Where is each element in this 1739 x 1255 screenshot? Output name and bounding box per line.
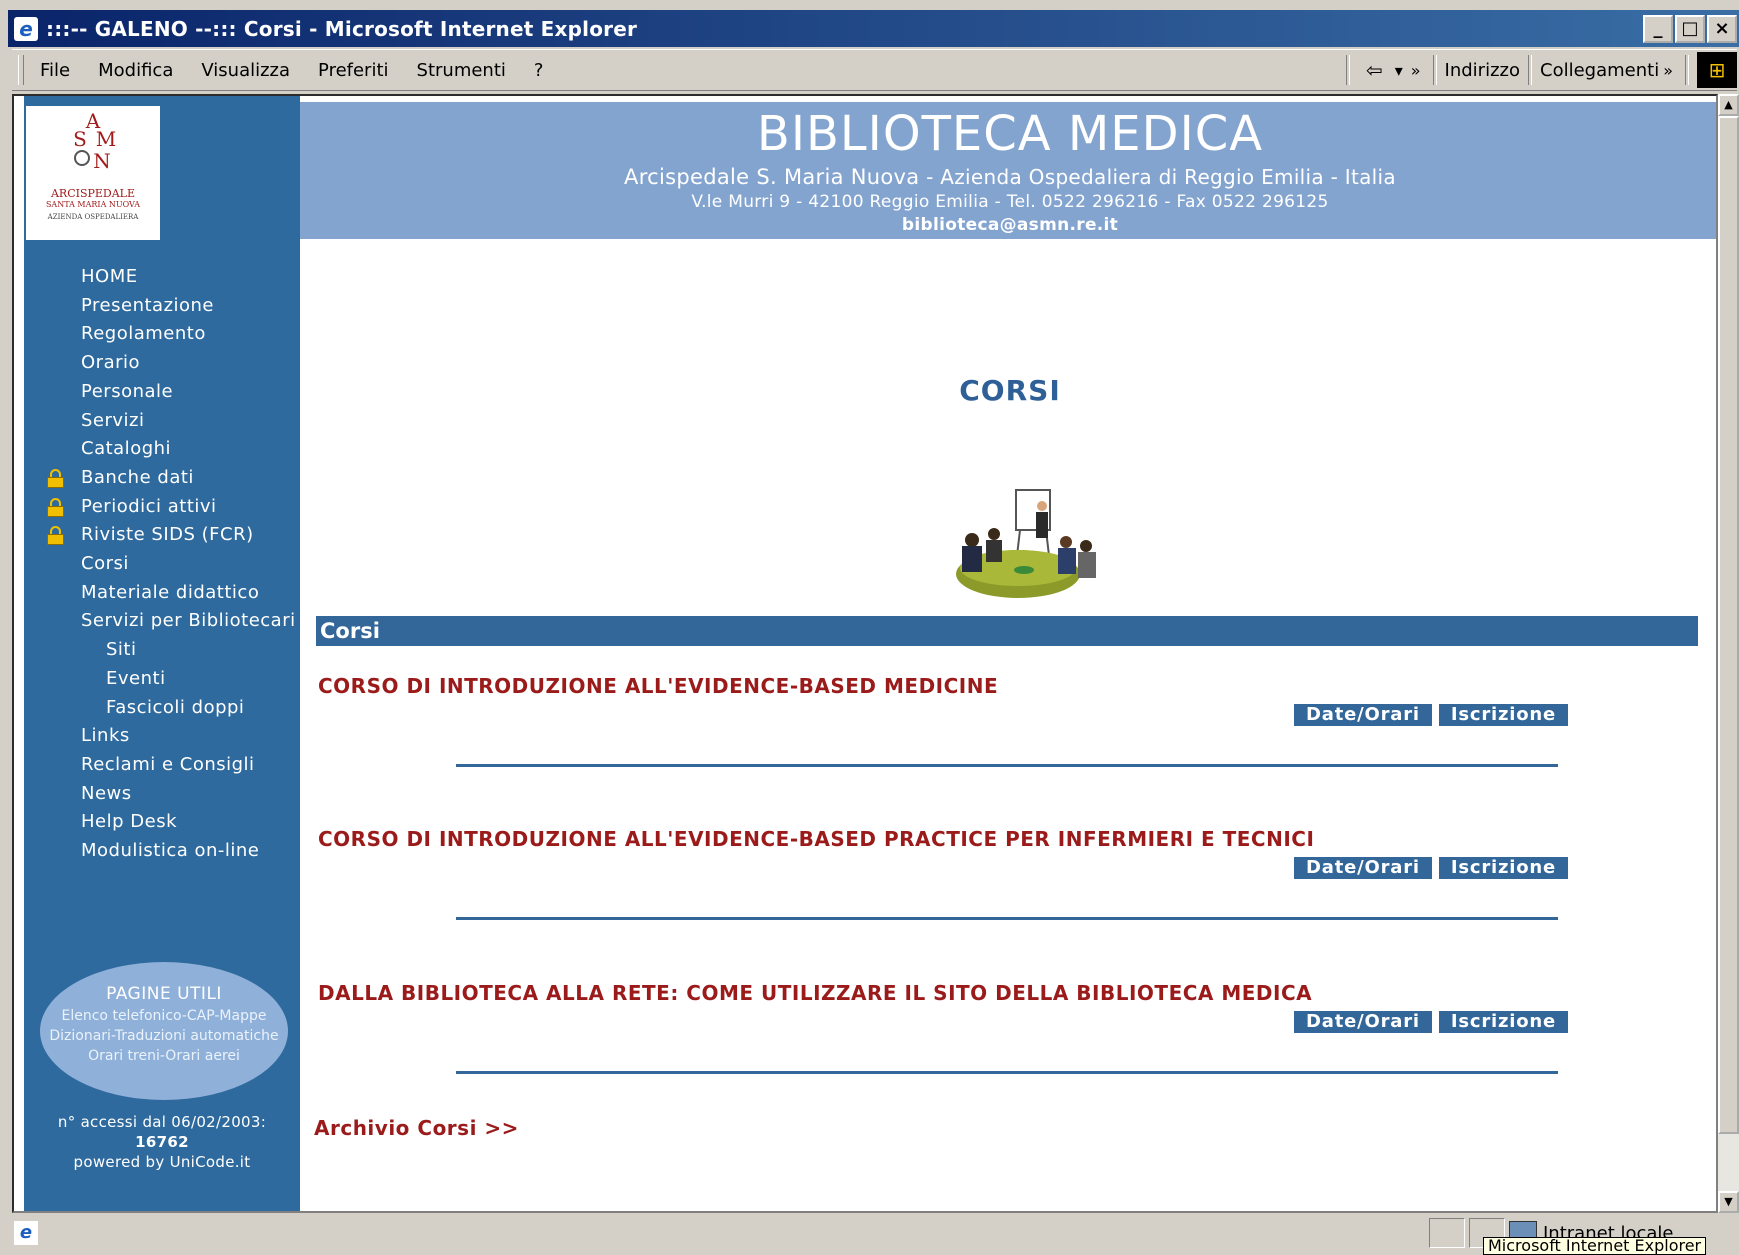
pagine-utili-link[interactable]: Elenco telefonico-CAP-Mappe	[40, 1008, 288, 1024]
ie-logo-icon: e	[14, 16, 38, 41]
sidebar-item[interactable]: Regolamento	[81, 323, 206, 344]
menu-modifica[interactable]: Modifica	[98, 60, 173, 81]
sidebar-item[interactable]: Orario	[81, 352, 140, 373]
pagine-utili-link[interactable]: Dizionari-Traduzioni automatiche	[40, 1028, 288, 1044]
sidebar-item[interactable]: Help Desk	[81, 811, 177, 832]
menu-help[interactable]: ?	[534, 60, 544, 81]
iscrizione-button[interactable]: Iscrizione	[1438, 857, 1569, 879]
site-address: V.le Murri 9 - 42100 Reggio Emilia - Tel…	[691, 192, 1329, 212]
site-email-link[interactable]: biblioteca@asmn.re.it	[300, 214, 1716, 236]
lock-icon	[47, 526, 64, 545]
logo-line3: AZIENDA OSPEDALIERA	[47, 213, 139, 221]
svg-text:M: M	[96, 127, 116, 151]
section-header-corsi: Corsi	[316, 616, 1698, 646]
sidebar-item[interactable]: Reclami e Consigli	[81, 754, 255, 775]
minimize-button[interactable]: _	[1643, 14, 1673, 43]
sidebar-item[interactable]: Personale	[81, 381, 173, 402]
pagine-utili-box[interactable]: PAGINE UTILI Elenco telefonico-CAP-Mappe…	[40, 962, 288, 1100]
asmn-logo[interactable]: A S M N ARCISPEDALE SANTA MARIA NUOVA AZ…	[26, 106, 160, 240]
site-subtitle: Arcispedale S. Maria Nuova - Azienda Osp…	[624, 165, 1396, 189]
page-title: CORSI	[959, 374, 1061, 407]
tooltip: Microsoft Internet Explorer	[1483, 1237, 1707, 1255]
menu-file[interactable]: File	[40, 60, 70, 81]
course-divider	[456, 917, 1558, 920]
logo-line1: ARCISPEDALE	[50, 187, 136, 200]
course-item: DALLA BIBLIOTECA ALLA RETE: COME UTILIZZ…	[318, 981, 1698, 1074]
menu-preferiti[interactable]: Preferiti	[318, 60, 389, 81]
window-title: :::-- GALENO --::: Corsi - Microsoft Int…	[46, 16, 638, 41]
course-divider	[456, 1071, 1558, 1074]
date-orari-button[interactable]: Date/Orari	[1294, 857, 1432, 879]
browser-window: e :::-- GALENO --::: Corsi - Microsoft I…	[0, 0, 1739, 1255]
menu-strumenti[interactable]: Strumenti	[417, 60, 506, 81]
menu-visualizza[interactable]: Visualizza	[201, 60, 290, 81]
iscrizione-button[interactable]: Iscrizione	[1438, 1011, 1569, 1033]
course-title-link[interactable]: CORSO DI INTRODUZIONE ALL'EVIDENCE-BASED…	[318, 674, 1698, 698]
date-orari-button[interactable]: Date/Orari	[1294, 704, 1432, 726]
logo-line2: SANTA MARIA NUOVA	[45, 200, 141, 209]
sidebar-item[interactable]: Fascicoli doppi	[106, 697, 244, 718]
toolbar-more-chevron-icon[interactable]: »	[1411, 61, 1421, 80]
sidebar-item[interactable]: Periodici attivi	[81, 496, 217, 517]
links-label[interactable]: Collegamenti	[1540, 60, 1659, 81]
sidebar-item[interactable]: Cataloghi	[81, 438, 171, 459]
pagine-utili-title: PAGINE UTILI	[106, 984, 222, 1004]
status-bar: e Intranet locale	[8, 1213, 1739, 1253]
sidebar-item[interactable]: Materiale didattico	[81, 582, 259, 603]
toolbar-grip[interactable]	[18, 55, 24, 85]
sidebar-item[interactable]: Eventi	[106, 668, 166, 689]
page-viewport: A S M N ARCISPEDALE SANTA MARIA NUOVA AZ…	[12, 94, 1718, 1213]
scroll-thumb[interactable]	[1718, 116, 1739, 1134]
svg-text:N: N	[93, 149, 111, 173]
course-divider	[456, 764, 1558, 767]
vertical-scrollbar[interactable]: ▲ ▼	[1718, 94, 1739, 1213]
date-orari-button[interactable]: Date/Orari	[1294, 1011, 1432, 1033]
sidebar-item[interactable]: Links	[81, 725, 130, 746]
course-title-link[interactable]: DALLA BIBLIOTECA ALLA RETE: COME UTILIZZ…	[318, 981, 1698, 1005]
menu-bar: File Modifica Visualizza Preferiti Strum…	[12, 49, 1737, 91]
sidebar-item[interactable]: HOME	[81, 266, 138, 287]
links-more-chevron-icon[interactable]: »	[1663, 61, 1673, 80]
maximize-button[interactable]: □	[1675, 14, 1705, 43]
iscrizione-button[interactable]: Iscrizione	[1438, 704, 1569, 726]
sidebar-item[interactable]: Servizi per Bibliotecari	[81, 610, 296, 631]
close-button[interactable]: ×	[1707, 14, 1737, 43]
sidebar-item[interactable]: Presentazione	[81, 295, 214, 316]
sidebar-item[interactable]: Modulistica on-line	[81, 840, 259, 861]
sidebar-item[interactable]: Servizi	[81, 410, 145, 431]
page-status-icon: e	[14, 1221, 38, 1245]
lock-icon	[47, 498, 64, 517]
site-header: BIBLIOTECA MEDICA Arcispedale S. Maria N…	[300, 102, 1716, 239]
sidebar-item[interactable]: Siti	[106, 639, 137, 660]
sidebar-item[interactable]: Banche dati	[81, 467, 194, 488]
counter-value: 16762	[135, 1133, 189, 1151]
course-title-link[interactable]: CORSO DI INTRODUZIONE ALL'EVIDENCE-BASED…	[318, 827, 1698, 851]
windows-flag-icon: ⊞	[1697, 52, 1737, 88]
counter-label: n° accessi dal 06/02/2003:	[57, 1113, 267, 1131]
title-bar: e :::-- GALENO --::: Corsi - Microsoft I…	[8, 10, 1739, 47]
logo-monogram: A S M N	[58, 109, 128, 180]
scroll-up-arrow-icon[interactable]: ▲	[1718, 94, 1739, 116]
course-item: CORSO DI INTRODUZIONE ALL'EVIDENCE-BASED…	[318, 674, 1698, 767]
powered-by: powered by UniCode.it	[73, 1153, 251, 1171]
sidebar-item[interactable]: News	[81, 783, 132, 804]
meeting-illustration	[938, 486, 1104, 616]
address-label[interactable]: Indirizzo	[1445, 60, 1520, 81]
svg-text:S: S	[73, 127, 87, 151]
scroll-down-arrow-icon[interactable]: ▼	[1718, 1191, 1739, 1213]
sidebar-item[interactable]: Riviste SIDS (FCR)	[81, 524, 254, 545]
access-counter: n° accessi dal 06/02/2003: 16762 powered…	[24, 1112, 300, 1172]
sidebar-item[interactable]: Corsi	[81, 553, 129, 574]
course-item: CORSO DI INTRODUZIONE ALL'EVIDENCE-BASED…	[318, 827, 1698, 920]
back-dropdown-icon[interactable]: ▾	[1395, 61, 1403, 80]
lock-icon	[47, 469, 64, 488]
site-title: BIBLIOTECA MEDICA	[756, 106, 1264, 162]
back-arrow-icon[interactable]: ⇦	[1366, 58, 1383, 82]
pagine-utili-link[interactable]: Orari treni-Orari aerei	[40, 1048, 288, 1064]
archivio-corsi-link[interactable]: Archivio Corsi >>	[314, 1116, 519, 1140]
